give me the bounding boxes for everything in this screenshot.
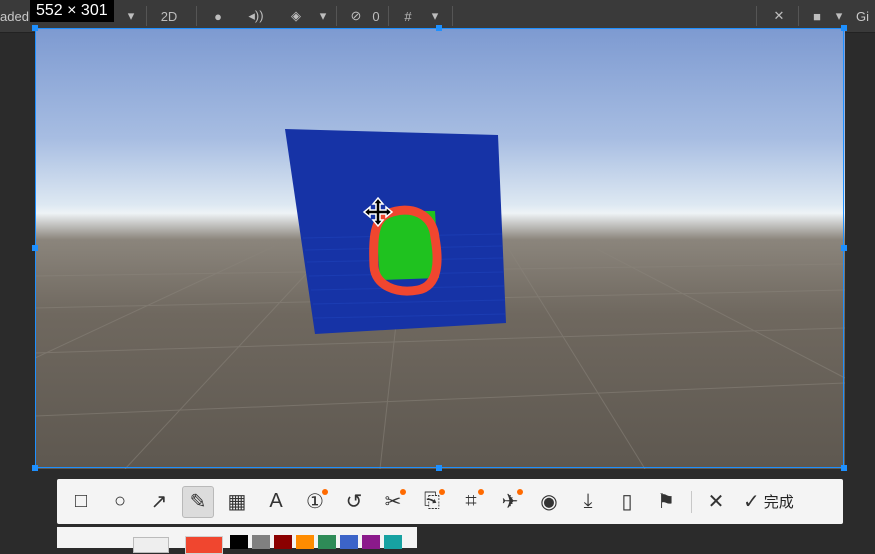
current-color-swatch[interactable] — [185, 536, 223, 554]
new-badge — [517, 488, 523, 495]
divider — [146, 6, 147, 26]
bookmark-icon: ⚑ — [657, 491, 675, 513]
scene-render — [35, 129, 845, 469]
pin-icon: ✈ — [501, 491, 519, 513]
scene-view[interactable] — [35, 28, 845, 469]
phone-icon: ▯ — [621, 491, 633, 513]
hidden-count: 0 — [372, 8, 380, 24]
dropdown-icon[interactable]: ▾ — [122, 5, 140, 27]
resize-handle-bottom-left[interactable] — [32, 465, 38, 471]
new-badge — [322, 488, 328, 495]
resize-handle-bottom-right[interactable] — [841, 465, 847, 471]
color-palette — [57, 527, 417, 554]
ellipse-icon: ○ — [113, 490, 127, 512]
number-tool-button[interactable]: ① — [299, 486, 331, 518]
color-swatch[interactable] — [384, 535, 402, 549]
scissors-icon: ✂ — [384, 491, 402, 513]
dropdown-icon[interactable]: ▾ — [426, 5, 444, 27]
undo-tool-button[interactable]: ↺ — [338, 486, 370, 518]
selection-size-label: 552 × 301 — [30, 0, 114, 22]
rectangle-icon: □ — [74, 490, 88, 512]
done-button[interactable]: ✓ 完成 — [743, 489, 794, 514]
effects-icon[interactable]: ◈ — [282, 5, 310, 27]
dropdown-icon[interactable]: ▾ — [314, 5, 332, 27]
mosaic-tool-button[interactable]: ▦ — [221, 486, 253, 518]
record-tool-button[interactable]: ◉ — [533, 486, 565, 518]
cancel-button[interactable]: ✕ — [700, 486, 732, 518]
color-swatch[interactable] — [340, 535, 358, 549]
divider — [691, 490, 692, 513]
arrow-tool-button[interactable]: ↗ — [143, 486, 175, 518]
toolbar-fragment-right: Gi — [856, 9, 869, 24]
color-swatch[interactable] — [296, 535, 314, 549]
mosaic-icon: ▦ — [227, 491, 247, 513]
divider — [196, 6, 197, 26]
toolbar-fragment-left: aded — [0, 9, 29, 24]
scissors-tool-button[interactable]: ✂ — [377, 486, 409, 518]
light-bulb-icon[interactable]: ● — [204, 5, 232, 27]
ocr-icon: ⎘ — [424, 490, 440, 512]
text-icon: A — [269, 490, 283, 512]
divider — [756, 6, 757, 26]
pen-icon: ✎ — [189, 491, 207, 513]
color-swatch[interactable] — [230, 535, 248, 549]
annotation-toolbar: □ ○ ↗ ✎ ▦ A ① ↺ ✂ ⎘ ⌗ ✈ ◉ ⤓ ▯ ⚑ ✕ ✓ 完成 — [57, 479, 843, 524]
undo-icon: ↺ — [345, 491, 363, 513]
color-swatch[interactable] — [252, 535, 270, 549]
ellipse-tool-button[interactable]: ○ — [104, 486, 136, 518]
resize-handle-top-left[interactable] — [32, 25, 38, 31]
rectangle-tool-button[interactable]: □ — [65, 486, 97, 518]
resize-handle-bottom[interactable] — [436, 465, 442, 471]
done-label: 完成 — [763, 494, 794, 511]
new-badge — [478, 488, 484, 495]
brush-size-selector[interactable] — [133, 537, 169, 553]
arrow-icon: ↗ — [150, 491, 168, 513]
camera-icon[interactable]: ■ — [805, 5, 829, 27]
divider — [798, 6, 799, 26]
download-tool-button[interactable]: ⤓ — [572, 486, 604, 518]
ocr-tool-button[interactable]: ⎘ — [416, 486, 448, 518]
translate-icon: ⌗ — [465, 490, 477, 512]
color-swatch[interactable] — [318, 535, 336, 549]
resize-handle-right[interactable] — [841, 245, 847, 251]
pen-tool-button[interactable]: ✎ — [182, 485, 214, 518]
mode-2d-button[interactable]: 2D — [152, 5, 186, 27]
text-tool-button[interactable]: A — [260, 486, 292, 518]
close-icon: ✕ — [707, 491, 725, 513]
dropdown-icon[interactable]: ▾ — [832, 5, 846, 27]
visibility-icon[interactable]: ⊘ — [342, 5, 370, 27]
new-badge — [400, 488, 406, 495]
phone-tool-button[interactable]: ▯ — [611, 486, 643, 518]
record-icon: ◉ — [540, 491, 558, 513]
audio-icon[interactable]: ◂)) — [242, 5, 270, 27]
color-swatch[interactable] — [362, 535, 380, 549]
color-swatch[interactable] — [274, 535, 292, 549]
grid-snap-icon[interactable]: # — [394, 5, 422, 27]
divider — [452, 6, 453, 26]
tools-icon[interactable]: ✕ — [765, 5, 793, 27]
divider — [388, 6, 389, 26]
resize-handle-top-right[interactable] — [841, 25, 847, 31]
divider — [336, 6, 337, 26]
bookmark-tool-button[interactable]: ⚑ — [650, 486, 682, 518]
resize-handle-top[interactable] — [436, 25, 442, 31]
pin-tool-button[interactable]: ✈ — [494, 486, 526, 518]
translate-tool-button[interactable]: ⌗ — [455, 486, 487, 518]
download-icon: ⤓ — [583, 490, 593, 512]
check-icon: ✓ — [743, 491, 760, 513]
new-badge — [439, 488, 445, 495]
resize-handle-left[interactable] — [32, 245, 38, 251]
